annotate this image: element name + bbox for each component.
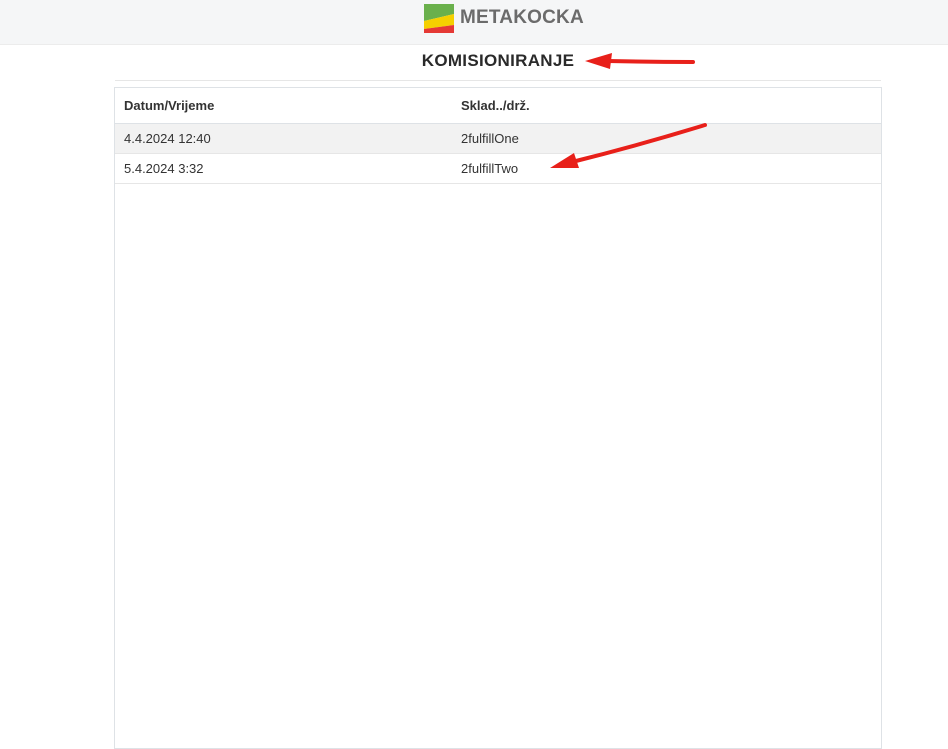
page-title: KOMISIONIRANJE: [421, 51, 575, 70]
table-header: Datum/Vrijeme Sklad../drž.: [115, 88, 881, 124]
column-header-sklad-drz[interactable]: Sklad../drž.: [461, 98, 530, 113]
logo-text: METAKOCKA: [460, 7, 584, 28]
table-row[interactable]: 4.4.2024 12:40 2fulfillOne: [115, 124, 881, 154]
top-bar: METAKOCKA: [0, 0, 948, 45]
cell-sklad-drz: 2fulfillTwo: [461, 161, 519, 176]
column-header-datum-vrijeme[interactable]: Datum/Vrijeme: [124, 98, 214, 113]
table-row[interactable]: 5.4.2024 3:32 2fulfillTwo: [115, 154, 881, 184]
cell-sklad-drz: 2fulfillOne: [461, 131, 519, 146]
metakocka-logo-icon: [424, 3, 454, 33]
title-divider: [115, 80, 881, 81]
cell-datum-vrijeme: 5.4.2024 3:32: [124, 161, 204, 176]
cell-datum-vrijeme: 4.4.2024 12:40: [124, 131, 211, 146]
data-table: Datum/Vrijeme Sklad../drž. 4.4.2024 12:4…: [114, 87, 882, 749]
metakocka-logo[interactable]: METAKOCKA: [424, 3, 584, 33]
